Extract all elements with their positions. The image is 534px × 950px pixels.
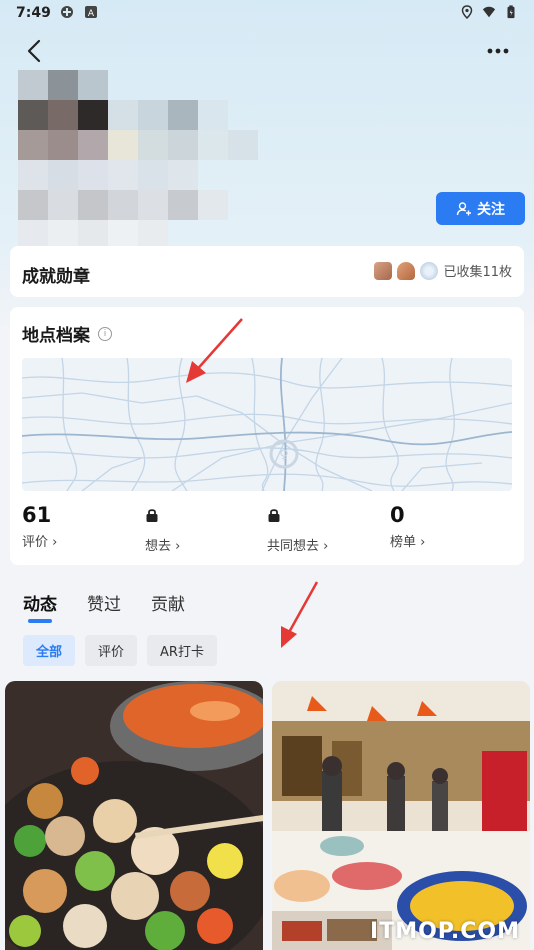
place-archive-title: 地点档案 xyxy=(22,326,90,346)
tab-activity[interactable]: 动态 xyxy=(23,590,57,615)
follow-button[interactable]: 关注 xyxy=(436,192,525,225)
add-user-icon xyxy=(456,201,471,215)
status-bar: 7:49 A xyxy=(0,0,534,28)
medal-icon xyxy=(397,261,416,280)
lock-icon xyxy=(146,509,158,522)
annotation-arrow-icon xyxy=(186,318,243,383)
blurred-profile-info xyxy=(18,70,288,250)
mutual-want-to-go-stat[interactable]: 共同想去 › xyxy=(267,503,328,554)
battery-icon xyxy=(507,5,515,19)
feed-photo-restaurant[interactable]: ITMOP.COM xyxy=(272,681,530,950)
lock-icon xyxy=(268,509,280,522)
mutual-want-to-go-label: 共同想去 › xyxy=(267,539,329,554)
stir-fry-hotpot-image xyxy=(5,681,263,950)
road-map-graphic: ♀ xyxy=(22,358,512,491)
badges-title: 成就勋章 xyxy=(22,267,90,287)
medal-icon xyxy=(374,261,393,280)
active-tab-indicator xyxy=(28,619,52,623)
feed-filters: 全部 评价 AR打卡 xyxy=(23,635,217,666)
place-archive-card: 地点档案 i ♀ 61 评价 › 想去 › 共同想去 › 0 榜单 › xyxy=(10,307,524,565)
watermark: ITMOP.COM xyxy=(370,919,520,944)
reviews-stat[interactable]: 61 评价 › xyxy=(22,503,57,550)
wifi-icon xyxy=(482,6,496,18)
location-icon xyxy=(461,5,473,19)
tab-contributions[interactable]: 贡献 xyxy=(151,590,185,615)
rankings-label: 榜单 › xyxy=(390,535,426,550)
rankings-stat[interactable]: 0 榜单 › xyxy=(390,503,425,550)
restaurant-buffet-image xyxy=(272,681,530,950)
filter-all[interactable]: 全部 xyxy=(23,635,76,666)
feed-tabs: 动态 赞过 贡献 xyxy=(23,590,185,615)
app-notification-icon xyxy=(61,6,73,18)
filter-reviews[interactable]: 评价 xyxy=(85,635,138,666)
reviews-count: 61 xyxy=(22,503,52,527)
feed-photo-food[interactable] xyxy=(5,681,263,950)
more-options-icon[interactable] xyxy=(486,40,510,62)
annotation-arrow-icon xyxy=(281,581,319,648)
svg-text:A: A xyxy=(88,9,95,19)
badges-summary[interactable]: 已收集11枚 xyxy=(374,261,512,280)
want-to-go-stat[interactable]: 想去 › xyxy=(145,503,180,554)
reviews-label: 评价 › xyxy=(22,535,58,550)
back-icon[interactable] xyxy=(22,38,48,64)
status-time: 7:49 xyxy=(16,5,51,21)
medal-icon xyxy=(420,261,439,280)
svg-text:♀: ♀ xyxy=(279,448,289,463)
filter-ar-checkin[interactable]: AR打卡 xyxy=(147,635,217,666)
tab-liked[interactable]: 赞过 xyxy=(87,590,121,615)
badges-collected-count: 已收集11枚 xyxy=(443,265,512,280)
want-to-go-label: 想去 › xyxy=(145,539,181,554)
achievement-badges-card[interactable]: 成就勋章 已收集11枚 xyxy=(10,246,524,297)
follow-label: 关注 xyxy=(477,201,505,218)
place-map[interactable]: ♀ xyxy=(22,358,512,491)
rankings-count: 0 xyxy=(390,503,405,527)
info-icon[interactable]: i xyxy=(98,326,112,341)
keyboard-notification-icon: A xyxy=(85,6,97,19)
